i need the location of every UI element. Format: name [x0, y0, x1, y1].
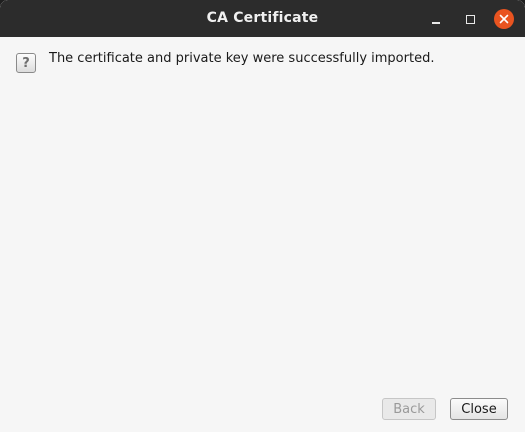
- minimize-icon: [432, 22, 440, 24]
- maximize-button[interactable]: [459, 8, 481, 30]
- close-button[interactable]: Close: [450, 398, 508, 420]
- maximize-icon: [465, 14, 475, 24]
- close-icon: [494, 9, 514, 29]
- question-icon: ?: [16, 53, 36, 73]
- minimize-button[interactable]: [425, 8, 447, 30]
- title-bar[interactable]: CA Certificate: [0, 0, 525, 37]
- back-button[interactable]: Back: [382, 398, 436, 420]
- dialog-content: ? The certificate and private key were s…: [0, 37, 525, 432]
- dialog-window: CA Certificate ? The certificate and pri…: [0, 0, 525, 432]
- close-window-button[interactable]: [493, 8, 515, 30]
- dialog-message: The certificate and private key were suc…: [49, 51, 435, 66]
